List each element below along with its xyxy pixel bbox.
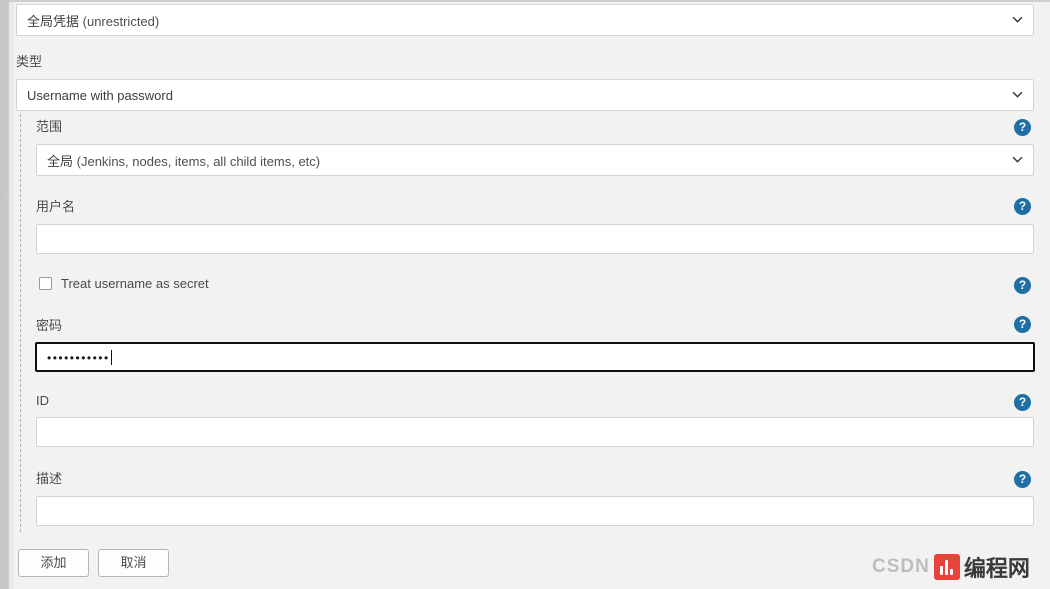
- add-button[interactable]: 添加: [18, 549, 89, 577]
- kind-select[interactable]: Username with password: [16, 79, 1034, 111]
- clipped-glyph-decor: ·: [0, 330, 2, 342]
- description-help-icon[interactable]: ?: [1014, 471, 1031, 488]
- password-help-icon[interactable]: ?: [1014, 316, 1031, 333]
- kind-label: 类型: [16, 54, 43, 69]
- watermark-logo-icon: [933, 554, 960, 580]
- id-help-icon[interactable]: ?: [1014, 394, 1031, 411]
- description-input[interactable]: [36, 496, 1034, 526]
- cancel-button[interactable]: 取消: [98, 549, 169, 577]
- id-input[interactable]: [36, 417, 1034, 447]
- left-gutter-inner: [9, 2, 14, 589]
- password-input[interactable]: •••••••••••: [35, 342, 1035, 372]
- chevron-down-icon: [1012, 14, 1023, 25]
- password-masked-value: •••••••••••: [47, 351, 110, 365]
- top-divider: [0, 0, 1050, 2]
- password-label: 密码: [36, 318, 63, 333]
- clipped-glyph-decor: •: [0, 145, 1, 157]
- text-caret: [110, 349, 112, 365]
- username-input[interactable]: [36, 224, 1034, 254]
- credentials-form-page: • ○ · 全局凭据 (unrestricted) 类型 Username wi…: [0, 0, 1050, 589]
- chevron-down-icon: [1012, 154, 1023, 165]
- left-gutter-strip: [0, 0, 9, 589]
- treat-username-as-secret-help-icon[interactable]: ?: [1014, 277, 1031, 294]
- treat-username-as-secret-checkbox[interactable]: [39, 277, 52, 290]
- clipped-glyph-decor: ○: [0, 188, 3, 200]
- watermark: CSDN 编程网: [872, 551, 1030, 583]
- treat-username-as-secret-row[interactable]: Treat username as secret: [39, 276, 209, 291]
- username-help-icon[interactable]: ?: [1014, 198, 1031, 215]
- username-label: 用户名: [36, 199, 76, 214]
- scope-help-icon[interactable]: ?: [1014, 119, 1031, 136]
- id-label: ID: [36, 393, 49, 408]
- kind-value: Username with password: [27, 87, 173, 103]
- treat-username-as-secret-label[interactable]: Treat username as secret: [61, 276, 209, 291]
- kind-detail-panel: [20, 114, 1034, 532]
- watermark-brand: 编程网: [963, 556, 1030, 581]
- credential-store-select[interactable]: 全局凭据 (unrestricted): [16, 4, 1034, 36]
- credential-store-value: 全局凭据 (unrestricted): [27, 13, 160, 29]
- chevron-down-icon: [1012, 89, 1023, 100]
- scope-select[interactable]: 全局 (Jenkins, nodes, items, all child ite…: [36, 144, 1034, 176]
- description-label: 描述: [36, 471, 63, 486]
- watermark-prefix: CSDN: [872, 556, 930, 577]
- scope-value: 全局 (Jenkins, nodes, items, all child ite…: [47, 153, 321, 169]
- scope-label: 范围: [36, 119, 63, 134]
